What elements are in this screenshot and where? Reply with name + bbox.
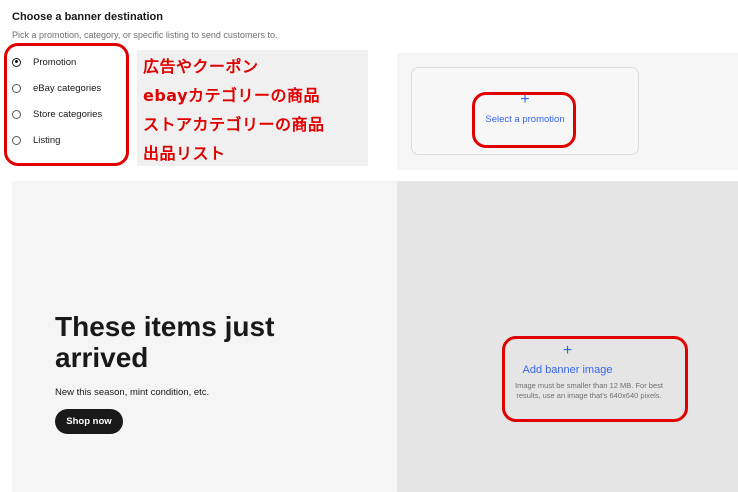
annotation-highlight-radios bbox=[4, 43, 129, 166]
annotation-line: 広告やクーポン bbox=[143, 57, 259, 76]
annotation-panel: 広告やクーポン ebayカテゴリーの商品 ストアカテゴリーの商品 出品リスト bbox=[137, 50, 368, 166]
annotation-line: ebayカテゴリーの商品 bbox=[143, 86, 321, 105]
annotation-line: 出品リスト bbox=[143, 144, 226, 163]
shop-now-button[interactable]: Shop now bbox=[55, 409, 123, 434]
header-subtitle: Pick a promotion, category, or specific … bbox=[12, 30, 278, 40]
header-title: Choose a banner destination bbox=[12, 11, 163, 23]
annotation-highlight-select-promotion bbox=[472, 92, 576, 148]
banner-subheading: New this season, mint condition, etc. bbox=[55, 387, 210, 398]
banner-heading: These items just arrived bbox=[55, 311, 275, 373]
annotation-line: ストアカテゴリーの商品 bbox=[143, 115, 325, 134]
banner-preview: These items just arrived New this season… bbox=[12, 181, 397, 492]
annotation-highlight-add-image bbox=[502, 336, 688, 422]
